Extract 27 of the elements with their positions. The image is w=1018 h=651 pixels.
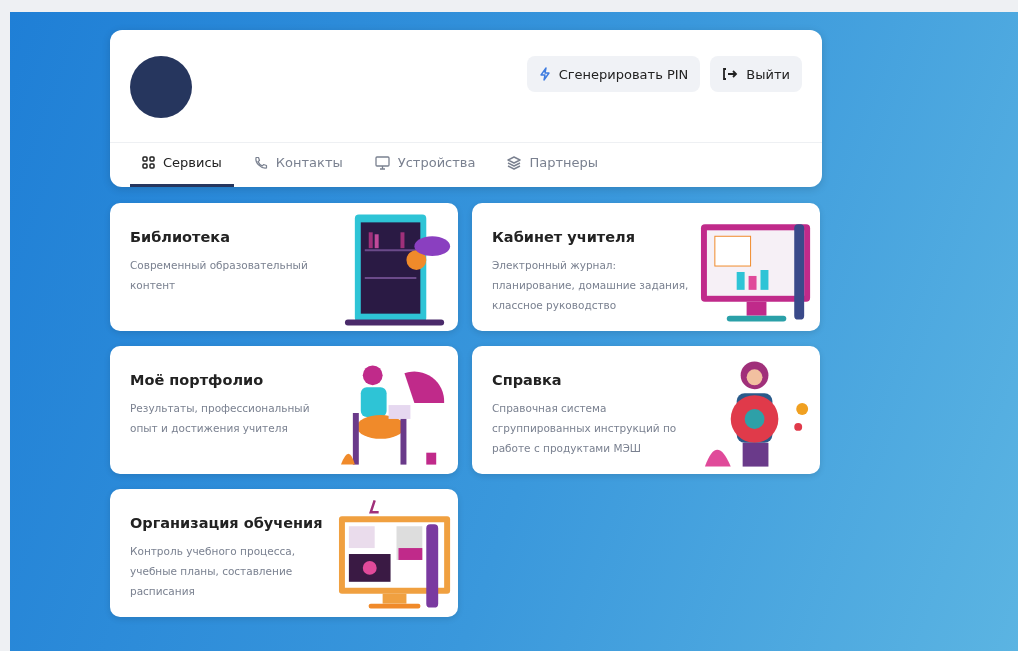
logout-icon	[722, 67, 739, 81]
header-button[interactable]: Выйти	[710, 56, 802, 92]
service-description: Справочная система сгруппированных инструкций по работе с продуктами МЭШ	[492, 401, 678, 456]
service-description: Современный образовательный контент	[130, 258, 309, 293]
service-card[interactable]: Организация обучения Контроль учебного процесса, учебные планы, составление расписания	[110, 489, 458, 617]
monitor-icon	[374, 155, 390, 170]
lightning-icon	[538, 67, 551, 81]
service-card[interactable]: Библиотека Современный образовательный контент	[110, 203, 458, 331]
service-description: Результаты, профессиональный опыт и достижения учителя	[130, 401, 311, 436]
phone-icon	[253, 155, 268, 170]
service-title: Кабинет учителя	[492, 229, 636, 245]
layers-icon	[507, 155, 522, 170]
tab[interactable]: Партнеры	[495, 143, 611, 187]
tab[interactable]: Сервисы	[130, 143, 234, 187]
service-title: Библиотека	[130, 229, 231, 245]
service-card[interactable]: Справка Справочная система сгруппированных инструкций по работе с продуктами МЭШ	[472, 346, 820, 474]
service-description: Контроль учебного процесса, учебные планы, составление расписания	[130, 544, 296, 599]
service-title: Организация обучения	[130, 515, 324, 531]
service-card[interactable]: Кабинет учителя Электронный журнал: планирование, домашние задания, классное руководство	[472, 203, 820, 331]
grid-icon	[142, 156, 155, 169]
service-card[interactable]: Моё портфолио Результаты, профессиональный опыт и достижения учителя	[110, 346, 458, 474]
service-title: Справка	[492, 372, 563, 388]
service-description: Электронный журнал: планирование, домашние задания, классное руководство	[492, 258, 690, 313]
tab[interactable]: Контакты	[241, 143, 355, 187]
header-button[interactable]: Сгенерировать PIN	[526, 56, 701, 92]
tab[interactable]: Устройства	[362, 143, 488, 187]
service-title: Моё портфолио	[130, 372, 265, 388]
